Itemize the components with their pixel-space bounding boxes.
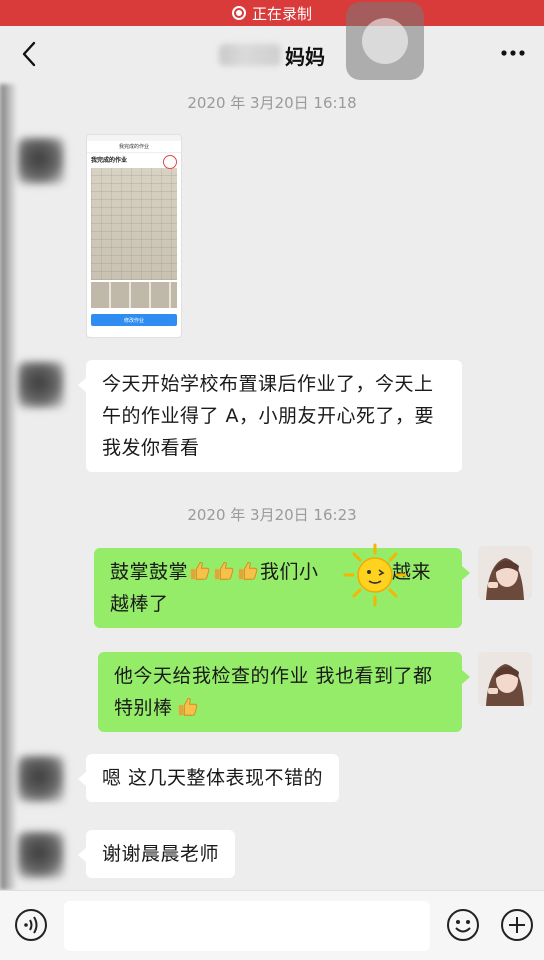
thumbs-up-icon — [214, 561, 234, 580]
blurred-edge — [0, 84, 16, 890]
my-avatar[interactable] — [478, 652, 532, 706]
homework-thumbnails — [91, 282, 177, 308]
thumbs-up-icon — [178, 697, 197, 716]
thumb-button: 修改作业 — [91, 314, 177, 326]
timestamp: 2020 年 3月20日 16:18 — [187, 94, 357, 112]
avatar-photo — [478, 652, 532, 706]
thumbs-up-icon — [238, 561, 258, 580]
my-avatar[interactable] — [478, 546, 532, 600]
avatar[interactable] — [18, 362, 64, 408]
chat-header: 妈妈 — [0, 26, 544, 84]
message-input[interactable] — [64, 901, 430, 951]
recording-label: 正在录制 — [251, 4, 312, 23]
message-text-part: 我们小 — [260, 561, 319, 583]
thumb-navbar: 我完成的作业 — [87, 141, 181, 153]
message-text: 谢谢晨晨老师 — [102, 843, 220, 865]
avatar-photo — [478, 546, 532, 600]
record-icon — [231, 6, 246, 20]
message-text: 嗯 这几天整体表现不错的 — [102, 767, 324, 789]
chat-title: 妈妈 — [285, 44, 325, 69]
avatar[interactable] — [18, 756, 64, 802]
avatar[interactable] — [18, 832, 64, 878]
back-icon[interactable] — [16, 38, 44, 70]
homework-photo — [91, 168, 177, 280]
input-bar — [0, 890, 544, 960]
title-area: 妈妈 — [0, 26, 544, 84]
voice-icon[interactable] — [14, 908, 48, 942]
more-icon[interactable] — [500, 48, 526, 58]
image-message[interactable]: 我完成的作业 我完成的作业 修改作业 — [86, 134, 182, 338]
message-bubble[interactable]: 今天开始学校布置课后作业了，今天上午的作业得了 A，小朋友开心死了，要我发你看看 — [78, 360, 462, 472]
avatar[interactable] — [18, 138, 64, 184]
recording-banner[interactable]: 正在录制 — [0, 0, 544, 26]
timestamp: 2020 年 3月20日 16:23 — [187, 506, 357, 524]
thumbs-up-icon — [190, 561, 210, 580]
message-text: 今天开始学校布置课后作业了，今天上午的作业得了 A，小朋友开心死了，要我发你看看 — [102, 373, 435, 459]
grade-mark — [163, 155, 177, 169]
message-text-part: 鼓掌鼓掌 — [110, 561, 189, 583]
message-bubble[interactable]: 嗯 这几天整体表现不错的 — [77, 754, 340, 802]
message-bubble[interactable]: 谢谢晨晨老师 — [77, 830, 236, 878]
emoji-icon[interactable] — [446, 908, 480, 942]
message-bubble[interactable]: 他今天给我检查的作业 我也看到了都特别棒 — [98, 652, 470, 732]
blurred-name — [219, 44, 281, 66]
floating-window-ball[interactable] — [346, 2, 424, 80]
plus-icon[interactable] — [500, 908, 534, 942]
sun-icon — [343, 543, 407, 607]
message-text: 他今天给我检查的作业 我也看到了都特别棒 — [114, 665, 433, 719]
